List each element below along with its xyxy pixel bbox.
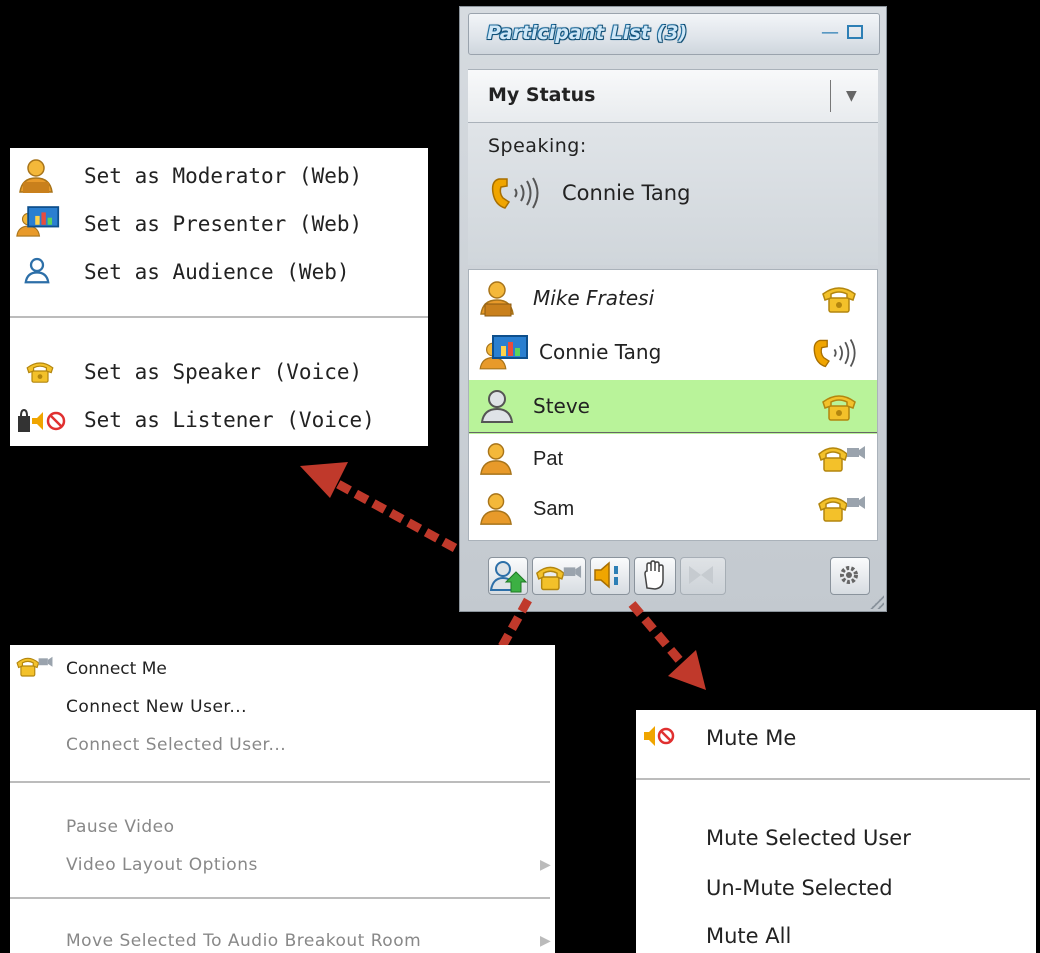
menu-item-pause-video[interactable]: Pause Video [10, 811, 555, 847]
menu-item-set-presenter[interactable]: Set as Presenter (Web) [10, 204, 428, 248]
menu-item-set-speaker[interactable]: Set as Speaker (Voice) [10, 352, 428, 396]
menu-item-move-to-breakout[interactable]: Move Selected To Audio Breakout Room ▶ [10, 925, 555, 953]
listener-icon [16, 408, 68, 434]
role-context-menu: Set as Moderator (Web) Set as Presenter … [10, 148, 428, 446]
menu-item-set-listener[interactable]: Set as Listener (Voice) [10, 400, 428, 444]
menu-item-set-audience[interactable]: Set as Audience (Web) [10, 252, 428, 296]
menu-item-set-moderator[interactable]: Set as Moderator (Web) [10, 156, 428, 200]
callout-arrow-roles [300, 462, 458, 552]
menu-separator [10, 316, 428, 318]
audience-icon [22, 256, 52, 286]
mute-context-menu: Mute Me Mute Selected User Un-Mute Selec… [636, 710, 1036, 953]
menu-item-video-layout-options[interactable]: Video Layout Options ▶ [10, 849, 555, 885]
speaker-phone-icon [24, 358, 56, 384]
menu-item-mute-selected-user[interactable]: Mute Selected User [636, 818, 1036, 862]
presenter-icon [14, 204, 60, 242]
menu-separator [636, 778, 1030, 780]
menu-item-connect-new-user[interactable]: Connect New User... [10, 689, 555, 725]
menu-item-mute-all[interactable]: Mute All [636, 916, 1036, 953]
menu-separator [10, 781, 550, 783]
video-context-menu: Connect Me Connect New User... Connect S… [10, 645, 555, 953]
video-phone-icon [14, 653, 54, 679]
menu-item-connect-selected-user[interactable]: Connect Selected User... [10, 729, 555, 765]
moderator-icon [16, 158, 56, 194]
submenu-arrow-icon: ▶ [540, 933, 551, 949]
menu-separator [10, 897, 550, 899]
submenu-arrow-icon: ▶ [540, 857, 551, 873]
menu-item-mute-me[interactable]: Mute Me [636, 716, 1036, 760]
callout-arrow-mute [628, 601, 706, 690]
mute-icon [642, 724, 676, 748]
menu-item-connect-me[interactable]: Connect Me [10, 651, 555, 687]
menu-item-unmute-selected[interactable]: Un-Mute Selected [636, 868, 1036, 912]
